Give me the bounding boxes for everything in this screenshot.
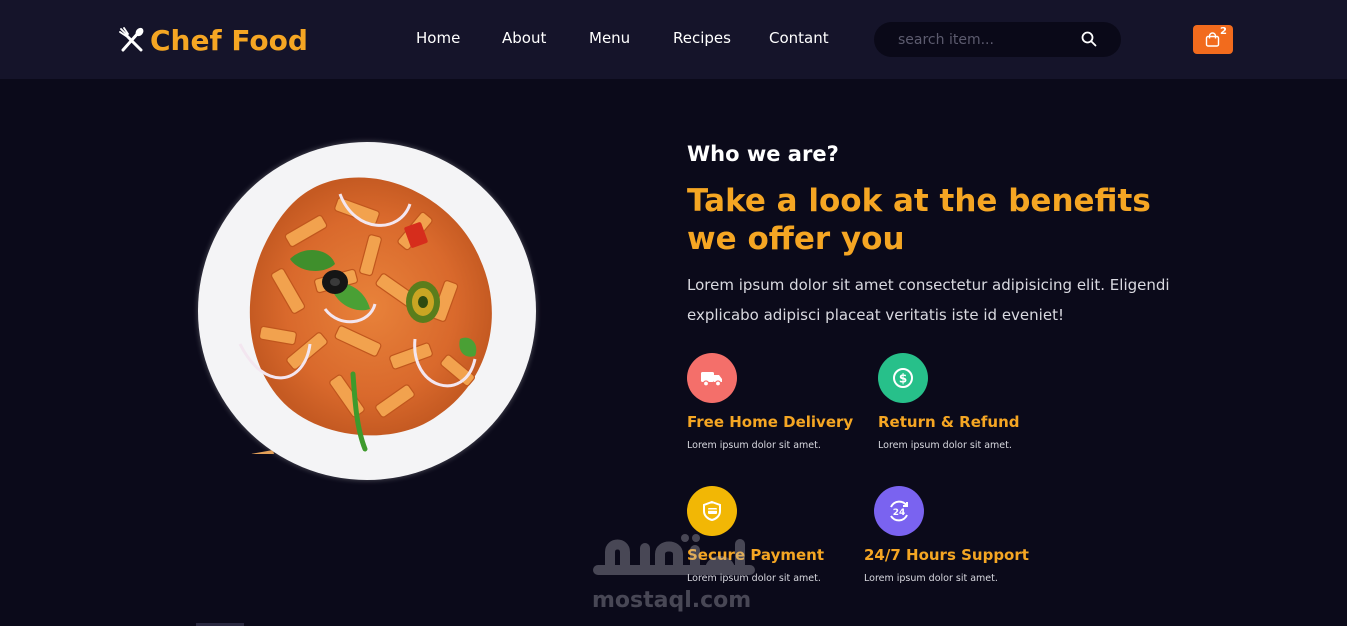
shopping-bag-icon [1205,32,1220,47]
cart-count-badge: 2 [1220,26,1227,37]
card-shield-icon [687,486,737,536]
nav-recipes[interactable]: Recipes [673,29,731,47]
site-header: Chef Food Home About Menu Recipes Contan… [0,0,1347,79]
feature-title: Free Home Delivery [687,413,854,431]
section-eyebrow: Who we are? [687,142,839,166]
nav-contact[interactable]: Contant [769,29,829,47]
brand-name: Chef Food [150,23,308,57]
feature-text: Lorem ipsum dolor sit amet. [687,440,821,451]
nav-about[interactable]: About [502,29,546,47]
dollar-coin-icon: $ [878,353,928,403]
truck-icon [687,353,737,403]
cart-button[interactable]: 2 [1193,25,1233,54]
search-icon[interactable] [1081,31,1097,47]
brand-logo[interactable]: Chef Food [118,22,308,58]
search-input[interactable] [898,22,1078,57]
svg-text:$: $ [899,372,907,386]
search-bar [874,22,1121,57]
nav-menu[interactable]: Menu [589,29,630,47]
fork-knife-icon [118,25,148,55]
support-24-icon: 24 [874,486,924,536]
feature-title: 24/7 Hours Support [864,546,1029,564]
feature-text: Lorem ipsum dolor sit amet. [687,573,821,584]
svg-text:24: 24 [893,508,906,518]
feature-text: Lorem ipsum dolor sit amet. [864,573,998,584]
feature-title: Secure Payment [687,546,825,564]
section-description: Lorem ipsum dolor sit amet consectetur a… [687,276,1170,324]
section-headline: Take a look at the benefits we offer you [687,183,1151,257]
watermark-latin: mostaql.com [592,588,752,613]
feature-text: Lorem ipsum dolor sit amet. [878,440,1012,451]
pasta-image [238,177,492,454]
nav-home[interactable]: Home [416,29,460,47]
feature-title: Return & Refund [878,413,1020,431]
